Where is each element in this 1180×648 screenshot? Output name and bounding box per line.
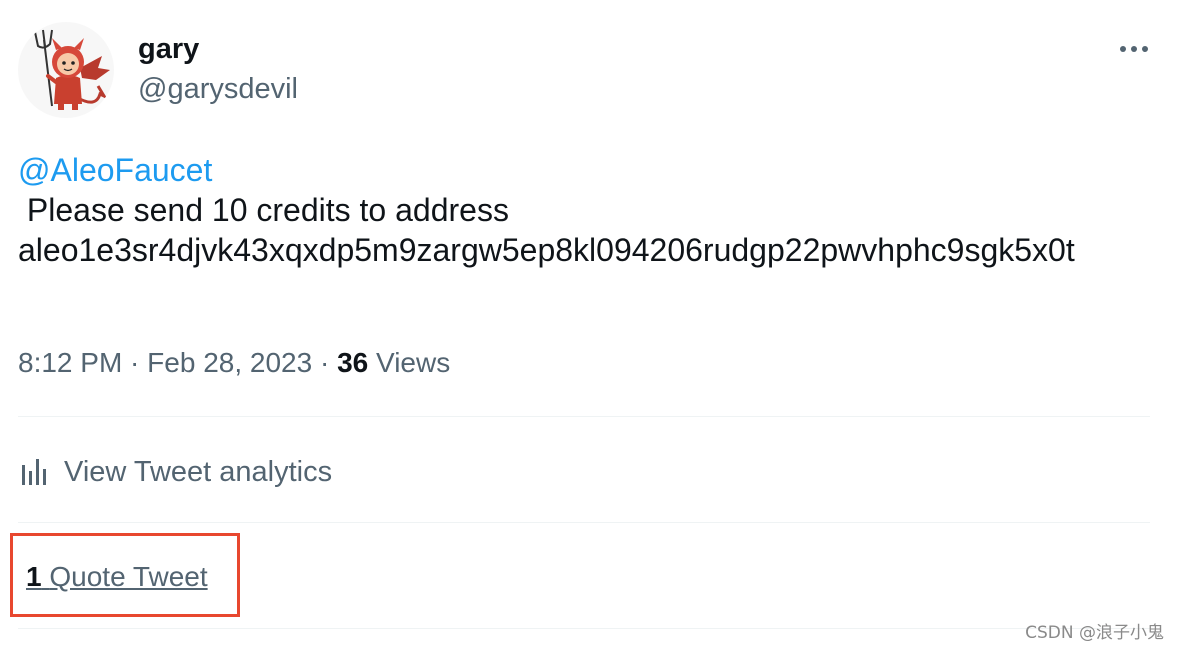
- quote-tweets-link[interactable]: 1 Quote Tweet: [26, 560, 208, 594]
- tweet-date[interactable]: Feb 28, 2023: [147, 347, 312, 378]
- divider: [18, 522, 1150, 523]
- views-count: 36: [337, 347, 369, 378]
- quote-label: Quote Tweet: [49, 561, 208, 592]
- tweet-meta: 8:12 PM · Feb 28, 2023 · 36 Views: [18, 346, 450, 380]
- devil-cartoon-avatar-icon: [34, 29, 110, 110]
- tweet-time[interactable]: 8:12 PM: [18, 347, 122, 378]
- quote-count: 1: [26, 561, 42, 592]
- view-analytics-button[interactable]: View Tweet analytics: [18, 452, 332, 492]
- author-avatar[interactable]: [18, 22, 114, 118]
- author-display-name[interactable]: gary: [138, 32, 199, 66]
- author-handle[interactable]: @garysdevil: [138, 72, 298, 106]
- wallet-address: aleo1e3sr4djvk43xqxdp5m9zargw5ep8kl09420…: [18, 232, 1075, 268]
- more-options-button[interactable]: [1114, 34, 1154, 64]
- views-label: Views: [376, 347, 451, 378]
- divider: [18, 416, 1150, 417]
- more-options-icon: [1120, 46, 1148, 52]
- tweet-text: @AleoFaucet Please send 10 credits to ad…: [18, 150, 1148, 270]
- meta-separator: ·: [312, 347, 338, 378]
- mention-link[interactable]: @AleoFaucet: [18, 150, 1148, 190]
- bar-chart-icon: [18, 455, 52, 489]
- tweet-text-line: Please send 10 credits to address: [18, 192, 509, 228]
- meta-separator: ·: [122, 347, 148, 378]
- tweet-card: gary @garysdevil @AleoFaucet Please send…: [10, 0, 1150, 648]
- watermark: CSDN @浪子小鬼: [1025, 623, 1164, 643]
- divider: [18, 628, 1150, 629]
- analytics-label: View Tweet analytics: [64, 455, 333, 488]
